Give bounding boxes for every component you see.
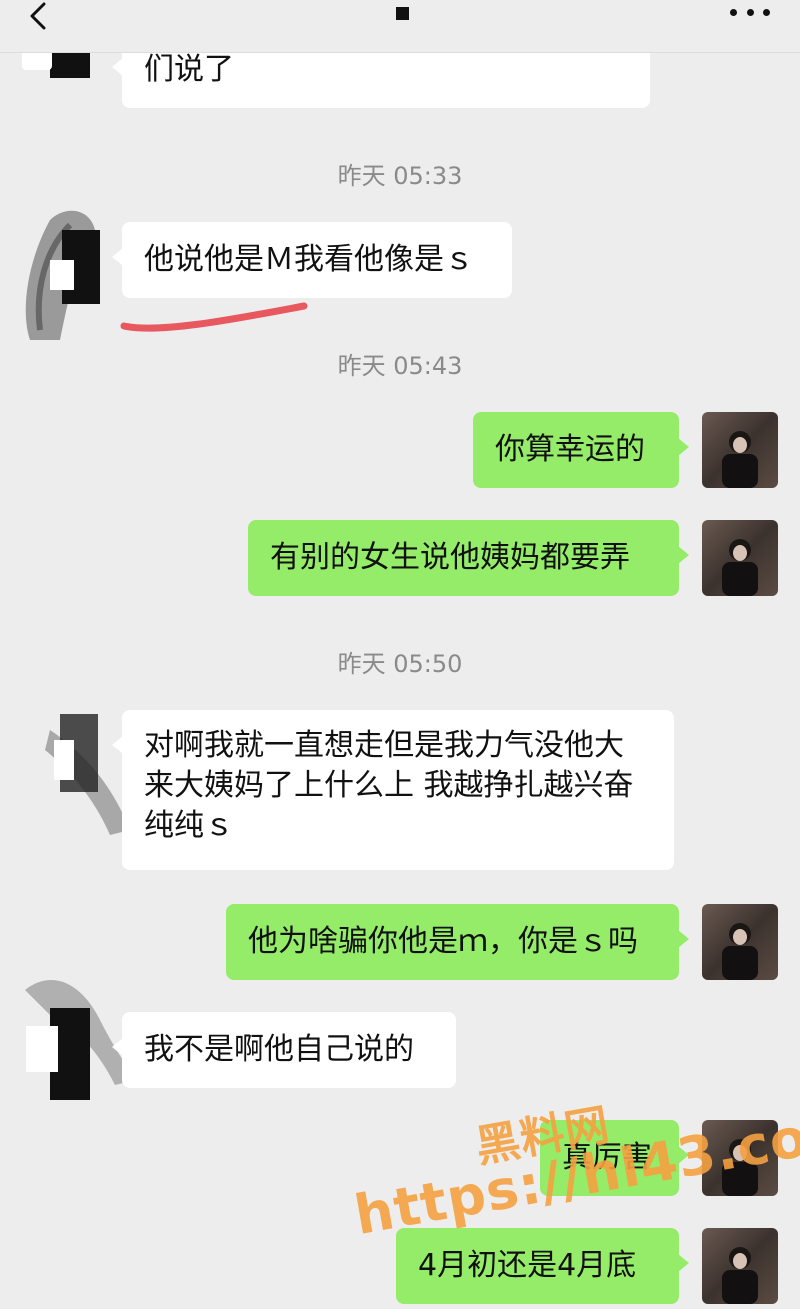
- message-bubble-incoming[interactable]: 他说他是Ｍ我看他像是ｓ: [112, 222, 512, 298]
- message-bubble-incoming[interactable]: 对啊我就一直想走但是我力气没他大 来大姨妈了上什么上 我越挣扎越兴奋纯纯ｓ: [112, 710, 674, 870]
- annotation-underline: [120, 302, 308, 332]
- message-bubble-incoming[interactable]: 我不是啊他自己说的: [112, 1012, 456, 1088]
- message-bubble-outgoing[interactable]: 你算幸运的: [473, 412, 689, 488]
- top-bar: [0, 0, 800, 53]
- chevron-left-icon: [30, 2, 46, 30]
- timestamp: 昨天 05:33: [337, 162, 463, 190]
- user-avatar[interactable]: [702, 904, 778, 980]
- user-avatar[interactable]: [702, 412, 778, 488]
- message-bubble-outgoing[interactable]: 真厉害: [540, 1120, 689, 1196]
- more-button[interactable]: [730, 5, 770, 19]
- user-avatar[interactable]: [702, 1228, 778, 1304]
- user-avatar[interactable]: [702, 1120, 778, 1196]
- message-bubble-outgoing[interactable]: 4月初还是4月底: [396, 1228, 689, 1304]
- timestamp: 昨天 05:43: [337, 352, 463, 380]
- user-avatar[interactable]: [702, 520, 778, 596]
- contact-avatar[interactable]: [20, 960, 135, 1100]
- message-bubble-outgoing[interactable]: 有别的女生说他姨妈都要弄: [248, 520, 689, 596]
- message-bubble-outgoing[interactable]: 他为啥骗你他是ｍ，你是ｓ吗: [226, 904, 689, 980]
- more-dots-icon: [730, 8, 737, 16]
- contact-avatar[interactable]: [10, 200, 100, 350]
- back-button[interactable]: [26, 2, 50, 30]
- chat-title: [396, 7, 409, 20]
- contact-avatar[interactable]: [40, 710, 130, 840]
- timestamp: 昨天 05:50: [337, 650, 463, 678]
- chat-area[interactable]: 们说了 昨天 05:33 他说他是Ｍ我看他像是ｓ 昨天 05:43 你算幸运的 …: [0, 0, 800, 1309]
